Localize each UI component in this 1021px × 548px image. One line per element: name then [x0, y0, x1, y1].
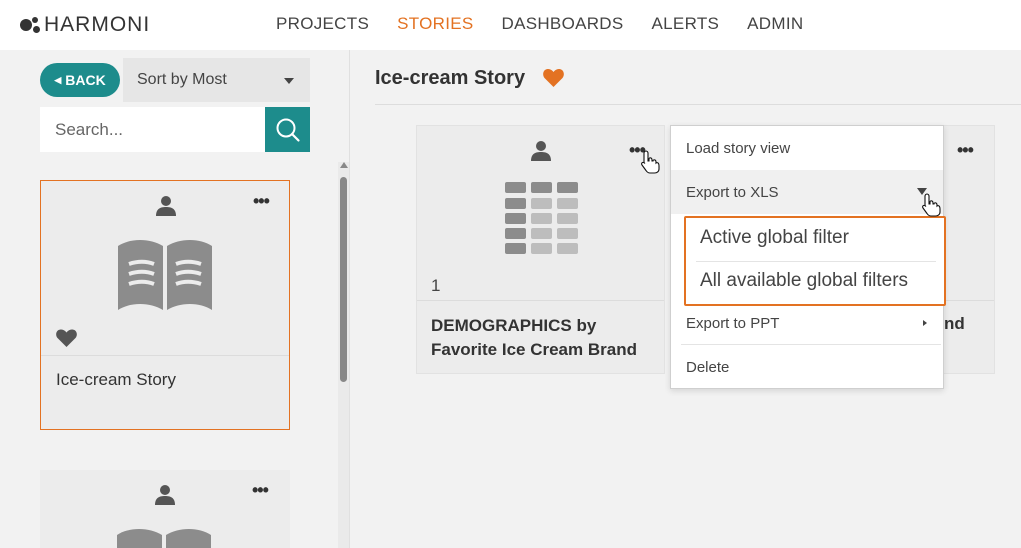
- search-button[interactable]: [265, 107, 310, 152]
- hand-pointer-icon: [922, 193, 941, 217]
- submenu-divider: [696, 261, 936, 262]
- main-nav: PROJECTS STORIES DASHBOARDS ALERTS ADMIN: [262, 14, 817, 34]
- nav-stories[interactable]: STORIES: [397, 14, 473, 34]
- page-title: Ice-cream Story: [375, 67, 526, 89]
- search-input[interactable]: [40, 107, 265, 152]
- favorite-heart-icon[interactable]: [543, 68, 564, 87]
- nav-projects[interactable]: PROJECTS: [276, 14, 369, 34]
- brand-name: HARMONI: [44, 13, 151, 36]
- visualization-card[interactable]: ••• nd: [944, 125, 995, 374]
- chevron-left-icon: ◀: [54, 74, 62, 85]
- open-book-icon: [117, 529, 211, 548]
- visualization-card[interactable]: ••• 1 DEMOGRAPHICS by Favorite Ice Cream…: [416, 125, 665, 374]
- menu-export-ppt[interactable]: Export to PPT: [671, 301, 943, 345]
- menu-load-story-view[interactable]: Load story view: [671, 126, 943, 170]
- more-options-icon[interactable]: •••: [957, 140, 974, 161]
- submenu-active-global-filter[interactable]: Active global filter: [700, 227, 849, 249]
- back-button[interactable]: ◀ BACK: [40, 63, 120, 97]
- logo-mark-icon: [20, 14, 42, 36]
- submenu-all-global-filters[interactable]: All available global filters: [700, 270, 908, 292]
- menu-delete[interactable]: Delete: [671, 345, 943, 389]
- open-book-icon: [118, 240, 212, 310]
- user-icon: [155, 485, 175, 505]
- menu-item-label: Export to XLS: [686, 183, 779, 201]
- scrollbar-thumb[interactable]: [340, 177, 347, 382]
- visualization-title: nd: [944, 314, 965, 333]
- top-navigation-bar: HARMONI PROJECTS STORIES DASHBOARDS ALER…: [0, 0, 1021, 50]
- caret-down-icon: [284, 78, 294, 84]
- caret-right-icon: [923, 320, 927, 326]
- table-grid-icon: [505, 182, 578, 254]
- card-divider: [944, 300, 994, 301]
- hand-pointer-icon: [641, 150, 660, 174]
- card-divider: [41, 355, 289, 356]
- nav-alerts[interactable]: ALERTS: [652, 14, 720, 34]
- nav-admin[interactable]: ADMIN: [747, 14, 803, 34]
- menu-export-xls[interactable]: Export to XLS: [671, 170, 943, 214]
- menu-item-label: Delete: [686, 358, 730, 376]
- scroll-up-arrow-icon[interactable]: [340, 162, 348, 168]
- heart-icon[interactable]: [56, 329, 77, 347]
- story-card[interactable]: •••: [40, 470, 290, 548]
- more-options-icon[interactable]: •••: [252, 480, 269, 501]
- story-card-title: Ice-cream Story: [56, 370, 176, 389]
- harmoni-logo[interactable]: HARMONI: [20, 12, 150, 38]
- menu-item-label: Load story view: [686, 139, 791, 157]
- stories-sidebar: ◀ BACK Sort by Most ••• Ice-c: [0, 50, 350, 548]
- card-divider: [417, 300, 664, 301]
- sort-dropdown[interactable]: Sort by Most: [123, 58, 310, 102]
- visualization-count: 1: [431, 276, 441, 295]
- user-icon: [156, 196, 176, 216]
- header-divider: [375, 104, 1021, 105]
- search-icon: [276, 118, 300, 142]
- menu-item-label: Export to PPT: [686, 314, 780, 332]
- export-xls-submenu: Active global filter All available globa…: [684, 216, 946, 306]
- sort-dropdown-value: Sort by Most: [137, 71, 227, 88]
- sidebar-scrollbar[interactable]: [338, 162, 349, 548]
- back-button-label: BACK: [65, 72, 106, 88]
- story-card[interactable]: ••• Ice-cream Story: [40, 180, 290, 430]
- visualization-title: DEMOGRAPHICS by Favorite Ice Cream Brand: [431, 316, 637, 359]
- more-options-icon[interactable]: •••: [253, 191, 270, 212]
- nav-dashboards[interactable]: DASHBOARDS: [502, 14, 624, 34]
- user-icon: [531, 141, 551, 161]
